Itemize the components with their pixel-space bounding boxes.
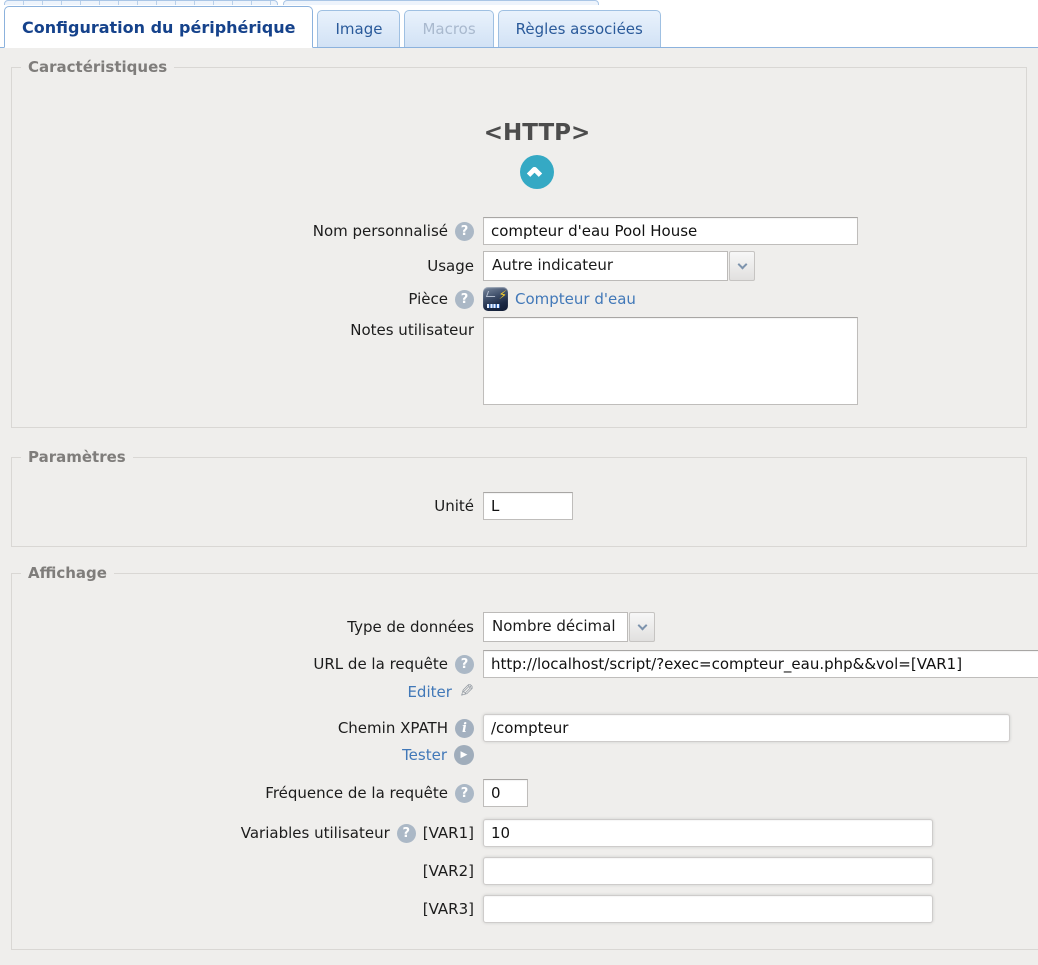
field-row-var2: [VAR2] [12, 857, 1038, 885]
cropped-tab-edge [283, 0, 599, 5]
info-icon[interactable]: i [455, 719, 474, 738]
tab-bar: Configuration du périphérique Image Macr… [0, 0, 1038, 48]
tab-image[interactable]: Image [317, 10, 400, 47]
field-row-nom: Nom personnalisé ? [12, 217, 1026, 245]
url-label: URL de la requête [313, 655, 448, 673]
play-icon[interactable]: ▶ [454, 745, 474, 765]
help-icon[interactable]: ? [455, 222, 474, 241]
field-row-unite: Unité [12, 492, 1026, 520]
legend-affichage: Affichage [21, 564, 114, 582]
help-icon[interactable]: ? [455, 290, 474, 309]
field-row-notes: Notes utilisateur [12, 317, 1026, 405]
usage-select[interactable]: Autre indicateur [483, 251, 755, 281]
unite-input[interactable] [483, 492, 573, 520]
help-icon[interactable]: ? [455, 655, 474, 674]
chevron-down-icon [737, 259, 747, 269]
tab-configuration-du-peripherique[interactable]: Configuration du périphérique [4, 6, 313, 48]
type-donnees-selected-value[interactable]: Nombre décimal [483, 612, 628, 642]
field-row-xpath: Chemin XPATH i [12, 714, 1038, 742]
section-affichage: Affichage Type de données Nombre décimal… [11, 564, 1038, 950]
field-row-url: URL de la requête ? [12, 650, 1038, 678]
type-donnees-label: Type de données [347, 618, 474, 636]
help-icon[interactable]: ? [397, 824, 416, 843]
cropped-tab-edge [4, 0, 278, 5]
nom-label: Nom personnalisé [313, 222, 448, 240]
field-row-usage: Usage Autre indicateur [12, 251, 1026, 281]
piece-label: Pièce [408, 290, 448, 308]
notes-textarea[interactable] [483, 317, 858, 405]
var2-name: [VAR2] [423, 862, 474, 880]
field-row-type-donnees: Type de données Nombre décimal [12, 612, 1038, 642]
field-row-frequence: Fréquence de la requête ? [12, 779, 1038, 807]
xpath-input[interactable] [483, 714, 1010, 742]
url-input[interactable] [483, 650, 1038, 678]
field-row-piece: Pièce ? ⚡ Compteur d'eau [12, 287, 1026, 311]
legend-parametres: Paramètres [21, 448, 133, 466]
var2-input[interactable] [483, 857, 933, 885]
field-row-tester: Tester ▶ [12, 745, 1038, 765]
frequence-label: Fréquence de la requête [265, 784, 448, 802]
help-icon[interactable]: ? [455, 784, 474, 803]
main-content: Caractéristiques <HTTP> Nom personnalisé… [0, 48, 1038, 950]
var1-name: [VAR1] [423, 824, 474, 842]
chevron-down-icon [637, 620, 647, 630]
usage-selected-value[interactable]: Autre indicateur [483, 251, 728, 281]
tab-regles-associees[interactable]: Règles associées [498, 10, 661, 47]
var3-input[interactable] [483, 895, 933, 923]
counter-digits-icon [487, 304, 500, 308]
var3-name: [VAR3] [423, 900, 474, 918]
pencil-icon[interactable]: ✎ [459, 681, 474, 702]
tab-macros[interactable]: Macros [404, 10, 493, 47]
section-caracteristiques: Caractéristiques <HTTP> Nom personnalisé… [11, 58, 1027, 428]
device-type-label: <HTTP> [462, 120, 612, 146]
room-link[interactable]: Compteur d'eau [515, 290, 636, 308]
type-donnees-select[interactable]: Nombre décimal [483, 612, 655, 642]
usage-label: Usage [427, 257, 474, 275]
gauge-needle-icon [486, 291, 497, 297]
usage-dropdown-button[interactable] [729, 251, 755, 281]
tester-link[interactable]: Tester [402, 746, 447, 764]
device-type-logo: <HTTP> [462, 120, 612, 189]
frequence-input[interactable] [483, 779, 528, 807]
variables-label: Variables utilisateur [241, 824, 390, 842]
editer-link[interactable]: Editer [407, 683, 451, 701]
cropped-tab-row [0, 0, 1038, 5]
field-row-var3: [VAR3] [12, 895, 1038, 923]
meter-device-icon: ⚡ [483, 287, 508, 311]
lightning-bolt-icon: ⚡ [499, 289, 507, 301]
device-config-page: Configuration du périphérique Image Macr… [0, 0, 1038, 950]
var1-input[interactable] [483, 819, 933, 847]
notes-label: Notes utilisateur [350, 321, 474, 339]
legend-caracteristiques: Caractéristiques [21, 58, 174, 76]
nom-input[interactable] [483, 217, 858, 245]
arrow-up-circle-icon [520, 155, 554, 189]
field-row-var1: Variables utilisateur ? [VAR1] [12, 819, 1038, 847]
section-parametres: Paramètres Unité [11, 448, 1027, 547]
xpath-label: Chemin XPATH [338, 719, 448, 737]
type-donnees-dropdown-button[interactable] [629, 612, 655, 642]
unite-label: Unité [434, 497, 474, 515]
field-row-editer: Editer ✎ [12, 681, 1038, 702]
chevron-up-icon [527, 166, 543, 182]
